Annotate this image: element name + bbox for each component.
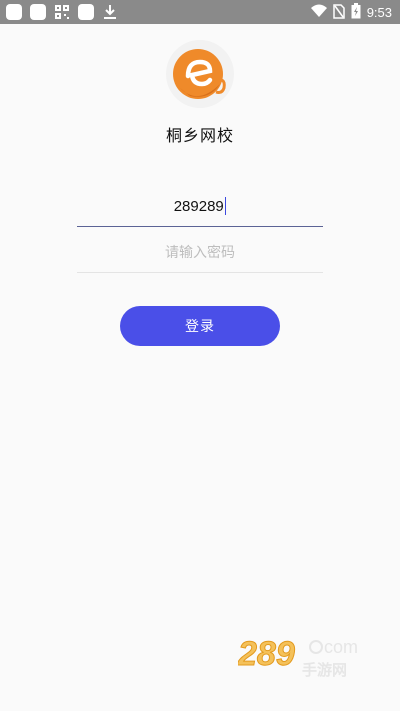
app-logo-icon	[173, 49, 226, 99]
notification-square-icon	[6, 4, 22, 20]
username-field[interactable]: 289289	[77, 186, 323, 227]
username-value: 289289	[173, 197, 224, 215]
status-right-icons: 9:53	[310, 3, 392, 22]
wifi-icon	[310, 4, 327, 21]
app-logo	[166, 40, 234, 108]
app-name: 桐乡网校	[165, 128, 234, 145]
login-button[interactable]: 登录	[120, 306, 280, 346]
watermark-com: com	[324, 637, 358, 657]
no-sim-icon	[332, 3, 345, 22]
status-left-icons	[6, 4, 118, 20]
battery-icon	[351, 3, 361, 22]
text-cursor	[224, 197, 227, 215]
password-field[interactable]: 请输入密码	[77, 232, 323, 273]
qr-icon	[54, 4, 70, 20]
status-time: 9:53	[366, 4, 392, 20]
notification-square-icon	[30, 4, 46, 20]
watermark-cn: 手游网	[302, 661, 347, 679]
notification-square-icon	[78, 4, 94, 20]
login-screen: 桐乡网校 289289 请输入密码 登录 289 com 手游网	[0, 24, 400, 711]
status-bar: 9:53	[0, 0, 400, 24]
download-icon	[102, 4, 118, 20]
password-placeholder: 请输入密码	[165, 244, 235, 260]
watermark-number: 289	[238, 635, 295, 673]
watermark-logo: 289 com 手游网	[237, 631, 378, 681]
